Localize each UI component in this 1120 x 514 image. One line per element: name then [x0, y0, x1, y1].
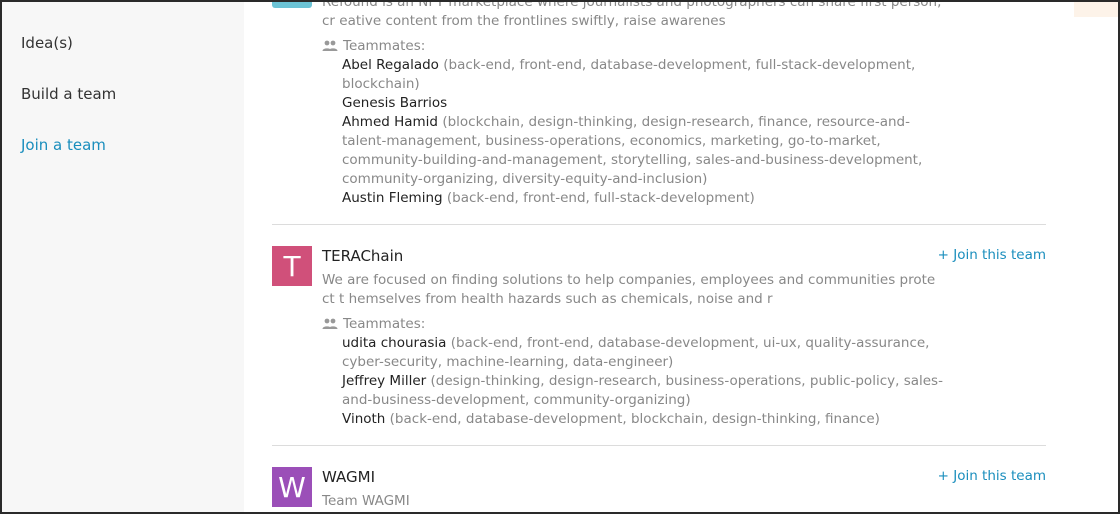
teammate-name[interactable]: Abel Regalado — [342, 57, 439, 73]
teammate: Genesis Barrios — [342, 94, 952, 113]
team-avatar-partial — [272, 2, 312, 8]
teammate-name[interactable]: Jeffrey Miller — [342, 373, 426, 389]
teammate: Jeffrey Miller (design-thinking, design-… — [342, 372, 952, 410]
teammate: Austin Fleming (back-end, front-end, ful… — [342, 189, 952, 208]
teammate-name[interactable]: Genesis Barrios — [342, 95, 447, 111]
divider — [272, 224, 1046, 225]
sidebar: Idea(s) Build a team Join a team — [2, 2, 244, 512]
teammate-name[interactable]: Ahmed Hamid — [342, 114, 438, 130]
sidebar-item-build-a-team[interactable]: Build a team — [21, 85, 116, 103]
team-avatar: T — [272, 246, 312, 286]
users-icon — [322, 318, 338, 329]
teammate-name[interactable]: udita chourasia — [342, 335, 446, 351]
sidebar-item-join-a-team[interactable]: Join a team — [21, 136, 106, 154]
team-name[interactable]: WAGMI — [322, 468, 375, 486]
team-description: Team WAGMI — [322, 493, 410, 509]
teammate-skills: (design-thinking, design-research, busin… — [342, 373, 943, 408]
team-name[interactable]: TERAChain — [322, 247, 403, 265]
teammate: Abel Regalado (back-end, front-end, data… — [342, 56, 952, 94]
teammate: udita chourasia (back-end, front-end, da… — [342, 334, 952, 372]
teammate-skills: (back-end, database-development, blockch… — [389, 411, 880, 427]
team-description: We are focused on finding solutions to h… — [322, 272, 936, 307]
join-team-button[interactable]: + Join this team — [938, 247, 1046, 263]
team-avatar: W — [272, 467, 312, 507]
teammate: Vinoth (back-end, database-development, … — [342, 410, 952, 429]
users-icon — [322, 40, 338, 51]
corner-accent — [1074, 2, 1118, 17]
teammate: Ahmed Hamid (blockchain, design-thinking… — [342, 113, 952, 189]
join-team-button[interactable]: + Join this team — [938, 468, 1046, 484]
sidebar-item-ideas[interactable]: Idea(s) — [21, 34, 73, 52]
teammates-label: Teammates: — [322, 38, 425, 54]
teammate-name[interactable]: Austin Fleming — [342, 190, 443, 206]
teammates-list: udita chourasia (back-end, front-end, da… — [342, 334, 952, 429]
team-description: Refound is an NFT marketplace where jour… — [322, 2, 942, 29]
team-list: Refound is an NFT marketplace where jour… — [244, 2, 1118, 512]
teammate-name[interactable]: Vinoth — [342, 411, 385, 427]
divider — [272, 445, 1046, 446]
teammates-list: Abel Regalado (back-end, front-end, data… — [342, 56, 952, 208]
teammates-label: Teammates: — [322, 316, 425, 332]
teammate-skills: (back-end, front-end, full-stack-develop… — [446, 190, 755, 206]
